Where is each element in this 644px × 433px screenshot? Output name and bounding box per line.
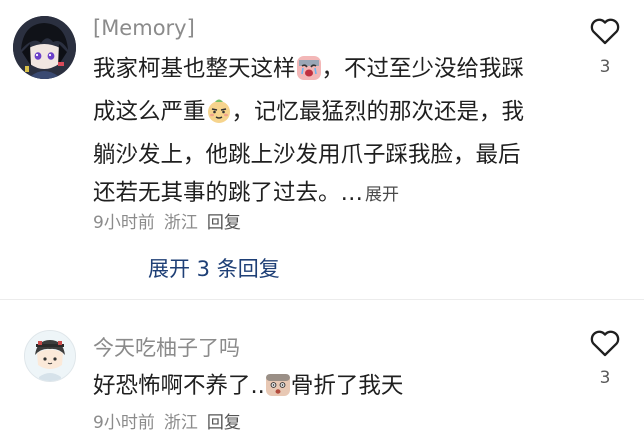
like-button[interactable]: 3 <box>586 330 624 388</box>
heart-outline-icon <box>590 330 620 357</box>
comment-location: 浙江 <box>163 213 198 233</box>
comment-meta: 9小时前 浙江 回复 <box>93 408 250 433</box>
like-count: 3 <box>599 368 611 388</box>
stunned-face-emoji <box>265 372 291 410</box>
comment-text-part: 骨折了我天 <box>290 373 404 399</box>
smirk-face-emoji <box>206 98 232 136</box>
username[interactable]: 今天吃柚子了吗 <box>93 332 240 362</box>
comment-text-part: 好恐怖啊不养了.. <box>93 373 265 399</box>
comment-location: 浙江 <box>163 413 198 433</box>
comment-meta: 9小时前 浙江 回复 <box>93 208 250 233</box>
comment-text: 好恐怖啊不养了.. 骨折了我天 <box>93 367 538 410</box>
avatar-illustration <box>13 16 76 79</box>
comment-text: 我家柯基也整天这样 ，不过至少没给我踩成这么严重 ，记忆最猛烈的那次还是，我躺沙发上… <box>93 50 538 214</box>
expand-link[interactable]: 展开 <box>365 185 399 205</box>
reply-button[interactable]: 回复 <box>207 213 241 233</box>
avatar-illustration <box>25 331 75 381</box>
avatar[interactable] <box>24 330 76 382</box>
divider <box>0 299 644 300</box>
comment-text-part: 我家柯基也整天这样 <box>93 56 296 82</box>
crying-face-emoji <box>296 55 322 93</box>
like-count: 3 <box>599 57 611 77</box>
username[interactable]: [Memory] <box>93 16 195 40</box>
comment-time: 9小时前 <box>93 413 155 433</box>
like-button[interactable]: 3 <box>586 18 624 77</box>
avatar[interactable] <box>13 16 76 79</box>
expand-replies-button[interactable]: 展开 3 条回复 <box>148 253 280 283</box>
comment-item: [Memory] 我家柯基也整天这样 ，不过至少没给我踩成这么严重 ，记忆最猛烈的那… <box>0 0 644 305</box>
reply-button[interactable]: 回复 <box>207 413 241 433</box>
comment-item: 今天吃柚子了吗 好恐怖啊不养了.. 骨折了我天 9小时前 浙江 回复 3 <box>0 322 644 433</box>
comment-time: 9小时前 <box>93 213 155 233</box>
heart-outline-icon <box>590 18 620 45</box>
